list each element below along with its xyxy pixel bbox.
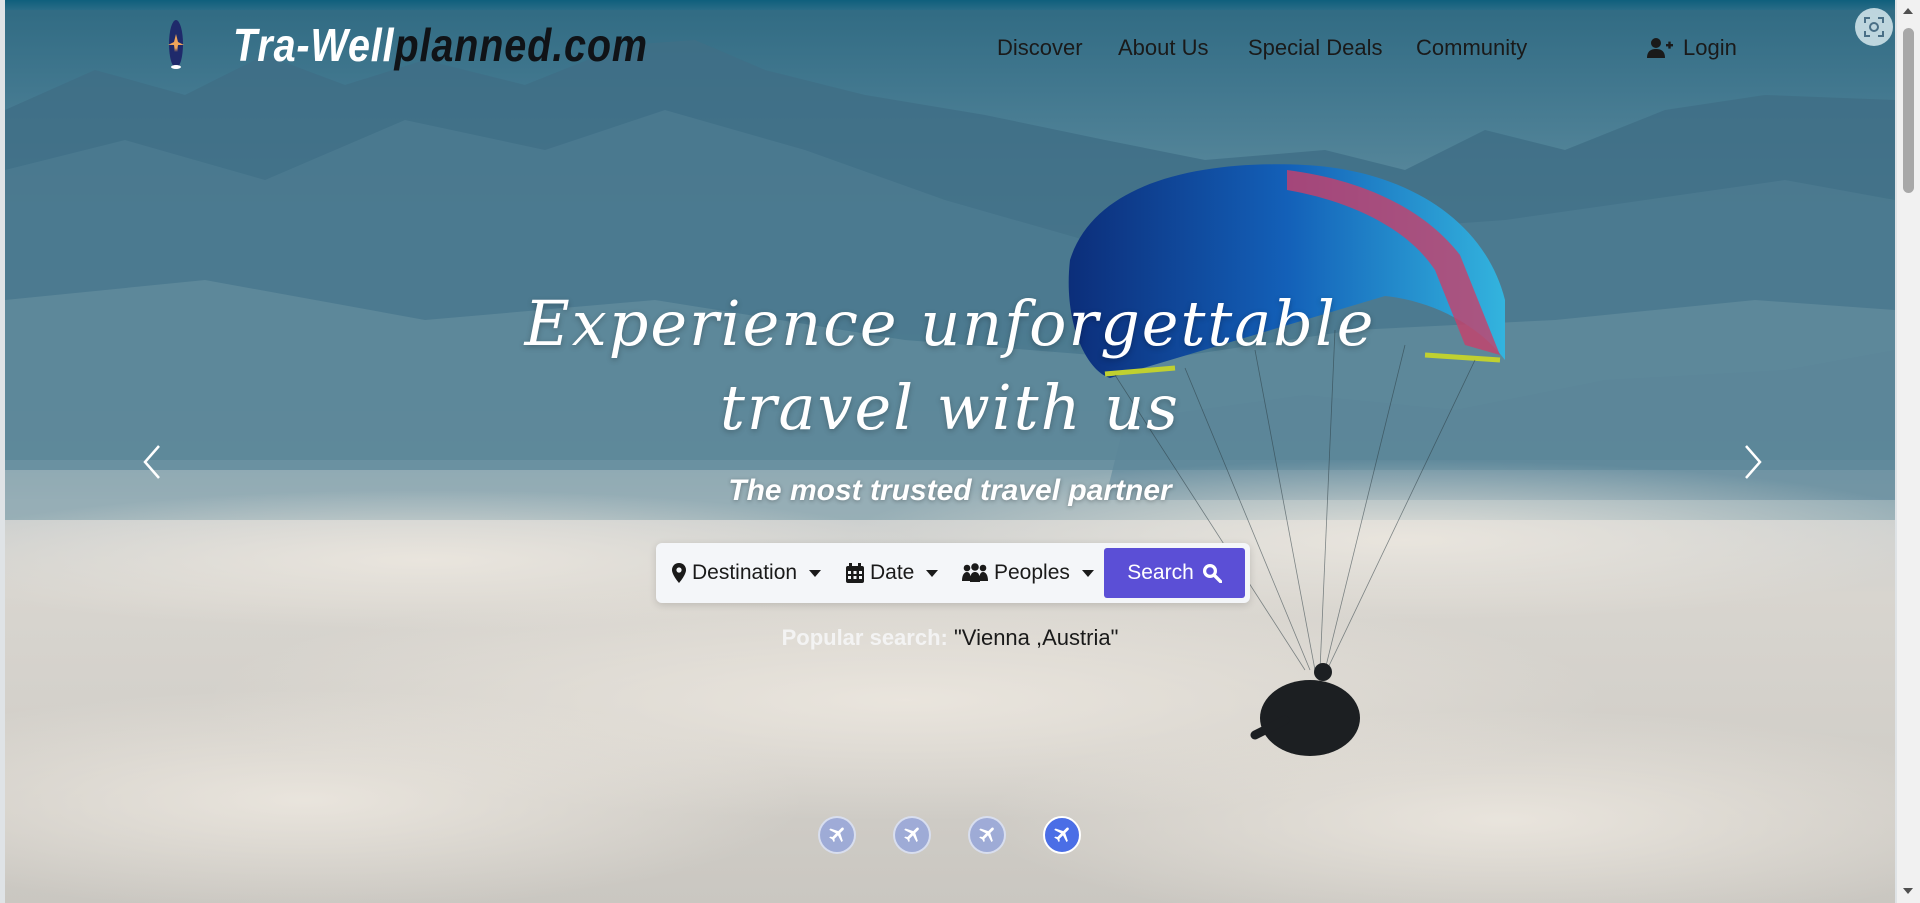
search-button-label: Search — [1127, 561, 1194, 584]
carousel-dot-3[interactable] — [968, 816, 1006, 854]
logo-icon[interactable] — [163, 18, 189, 70]
user-plus-icon — [1647, 38, 1673, 58]
popular-search-label: Popular search: — [781, 625, 948, 650]
nav-community[interactable]: Community — [1416, 35, 1527, 61]
scroll-up-icon[interactable] — [1903, 8, 1913, 14]
date-dropdown[interactable]: Date — [846, 543, 939, 603]
scrollbar-thumb[interactable] — [1903, 28, 1914, 193]
brand-logo-text[interactable]: Tra-Wellplanned.com — [233, 18, 648, 72]
brand-part-1: Tra-Well — [233, 19, 395, 71]
screen-capture-button[interactable] — [1855, 8, 1893, 46]
carousel-dot-1[interactable] — [818, 816, 856, 854]
search-button[interactable]: Search — [1104, 548, 1245, 598]
nav-special-deals[interactable]: Special Deals — [1248, 35, 1383, 61]
carousel-dot-2[interactable] — [893, 816, 931, 854]
chevron-down-icon — [926, 569, 939, 577]
login-button[interactable]: Login — [1647, 35, 1737, 61]
nav-discover[interactable]: Discover — [997, 35, 1083, 61]
airplane-icon — [904, 827, 919, 843]
login-label: Login — [1683, 35, 1737, 60]
top-strip — [5, 0, 1895, 10]
date-label: Date — [870, 561, 915, 584]
popular-search: Popular search: "Vienna ,Austria" — [5, 625, 1895, 651]
airplane-icon — [979, 827, 994, 843]
search-icon — [1202, 564, 1222, 583]
peoples-label: Peoples — [994, 561, 1070, 584]
airplane-icon — [1054, 827, 1069, 843]
carousel-dot-4-active[interactable] — [1043, 816, 1081, 854]
hero-section: Tra-Wellplanned.com Discover About Us Sp… — [5, 0, 1895, 903]
brand-part-2: planned.com — [394, 19, 648, 71]
popular-search-link[interactable]: "Vienna ,Austria" — [954, 625, 1118, 650]
background-landscape — [5, 40, 1895, 903]
hero-subheadline: The most trusted travel partner — [728, 474, 1172, 507]
chevron-down-icon — [809, 569, 822, 577]
nav-about-us[interactable]: About Us — [1118, 35, 1209, 61]
chevron-right-icon[interactable] — [1738, 444, 1768, 480]
peoples-dropdown[interactable]: Peoples — [962, 543, 1094, 603]
calendar-icon — [846, 563, 864, 583]
hero-headline: Experience unforgettable travel with us — [5, 282, 1895, 450]
airplane-icon — [829, 827, 844, 843]
headline-line-1: Experience unforgettable — [524, 287, 1376, 360]
destination-label: Destination — [692, 561, 798, 584]
users-icon — [962, 563, 988, 582]
chevron-down-icon — [1081, 569, 1094, 577]
screen-capture-icon — [1864, 17, 1884, 37]
destination-dropdown[interactable]: Destination — [672, 543, 822, 603]
headline-line-2: travel with us — [720, 371, 1180, 444]
map-marker-icon — [672, 563, 686, 583]
scroll-down-icon[interactable] — [1903, 888, 1913, 894]
search-bar: Destination Date Peoples Search — [656, 543, 1250, 603]
chevron-left-icon[interactable] — [137, 444, 167, 480]
